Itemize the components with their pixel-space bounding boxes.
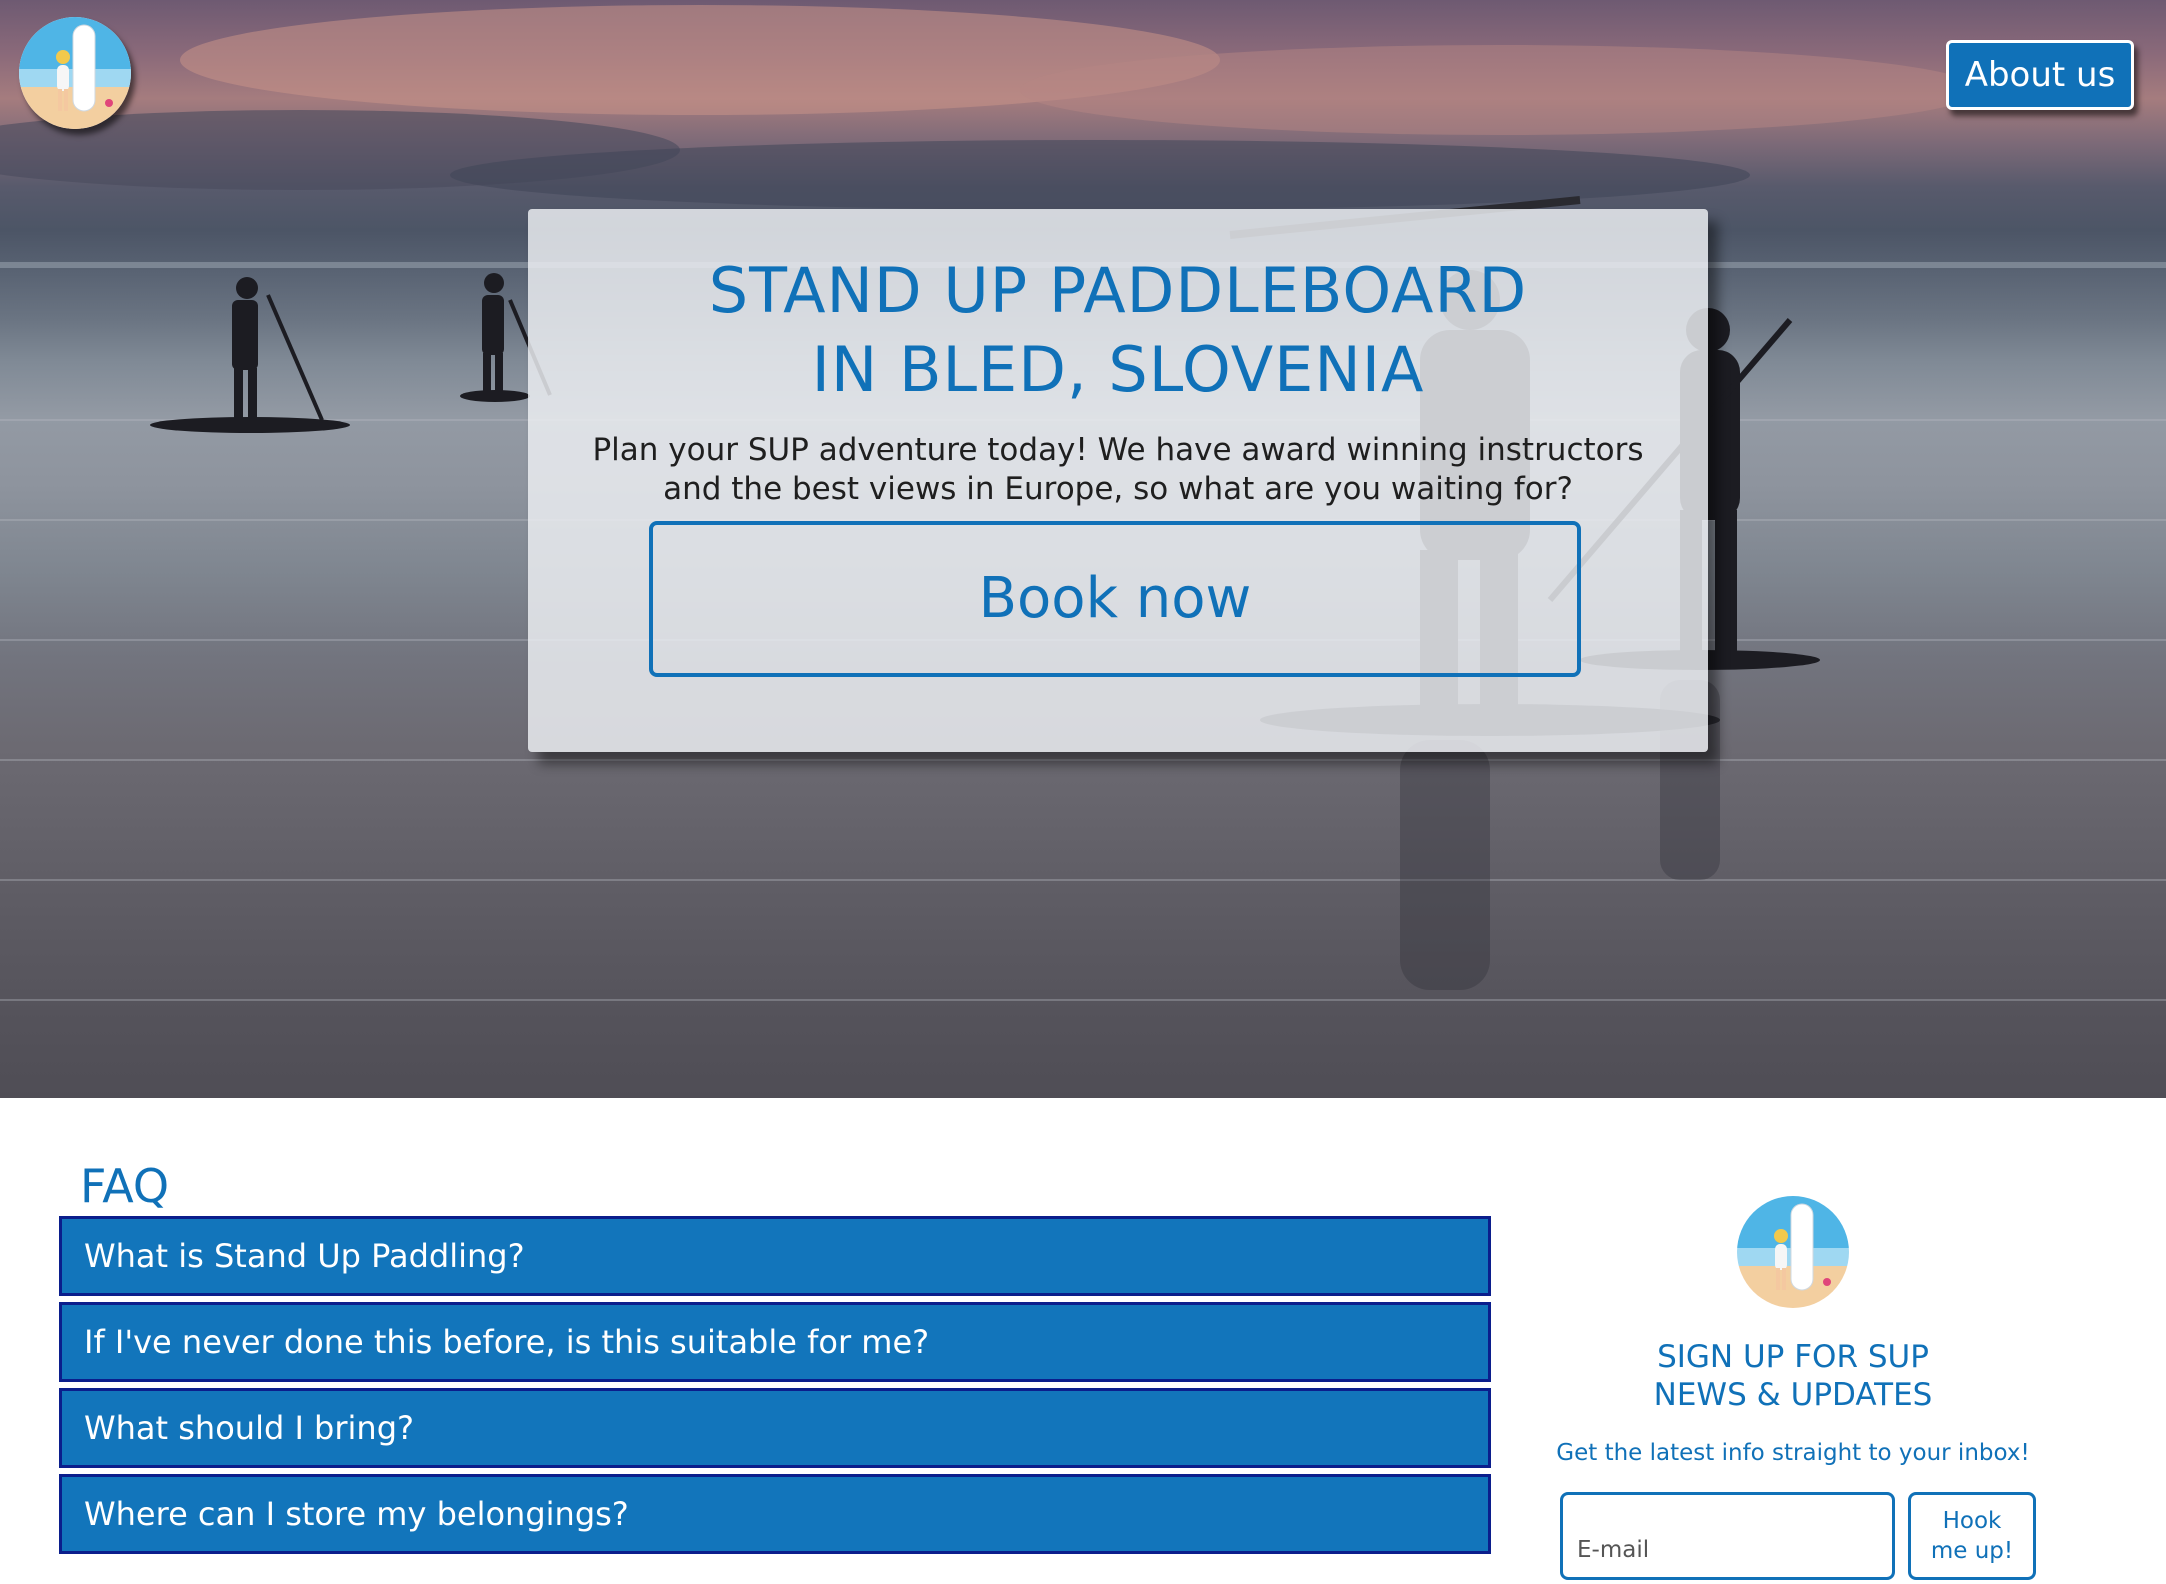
hook-button-line1: Hook xyxy=(1942,1508,2002,1534)
hero-title: STAND UP PADDLEBOARD IN BLED, SLOVENIA xyxy=(528,251,1708,409)
hero-section: About us STAND UP PADDLEBOARD IN BLED, S… xyxy=(0,0,2166,1098)
signup-form: Hook me up! xyxy=(1540,1492,2046,1582)
faq-item[interactable]: What is Stand Up Paddling? xyxy=(59,1216,1491,1296)
signup-title: SIGN UP FOR SUP NEWS & UPDATES xyxy=(1540,1338,2046,1414)
paddleboarder-silhouette xyxy=(150,277,350,433)
hook-me-up-button[interactable]: Hook me up! xyxy=(1908,1492,2036,1580)
surfer-logo-icon xyxy=(1737,1196,1849,1308)
about-us-button[interactable]: About us xyxy=(1946,40,2134,110)
hero-title-line2: IN BLED, SLOVENIA xyxy=(811,333,1425,406)
signup-title-line1: SIGN UP FOR SUP xyxy=(1657,1339,1929,1375)
faq-item[interactable]: Where can I store my belongings? xyxy=(59,1474,1491,1554)
newsletter-signup: SIGN UP FOR SUP NEWS & UPDATES Get the l… xyxy=(1540,1196,2046,1582)
signup-subtitle: Get the latest info straight to your inb… xyxy=(1556,1440,2030,1466)
book-now-button[interactable]: Book now xyxy=(649,521,1581,677)
email-field[interactable] xyxy=(1560,1492,1895,1580)
surfer-logo-icon[interactable] xyxy=(19,17,131,129)
faq-item[interactable]: What should I bring? xyxy=(59,1388,1491,1468)
hero-subtitle-line1: Plan your SUP adventure today! We have a… xyxy=(592,432,1644,468)
hero-title-line1: STAND UP PADDLEBOARD xyxy=(708,254,1528,327)
faq-item[interactable]: If I've never done this before, is this … xyxy=(59,1302,1491,1382)
hook-button-line2: me up! xyxy=(1930,1538,2014,1564)
hero-card: STAND UP PADDLEBOARD IN BLED, SLOVENIA P… xyxy=(528,209,1708,752)
signup-title-line2: NEWS & UPDATES xyxy=(1653,1377,1933,1413)
hero-subtitle-line2: and the best views in Europe, so what ar… xyxy=(663,471,1573,507)
faq-title: FAQ xyxy=(80,1159,170,1213)
hero-subtitle: Plan your SUP adventure today! We have a… xyxy=(528,431,1708,509)
faq-list: What is Stand Up Paddling? If I've never… xyxy=(59,1216,1491,1560)
